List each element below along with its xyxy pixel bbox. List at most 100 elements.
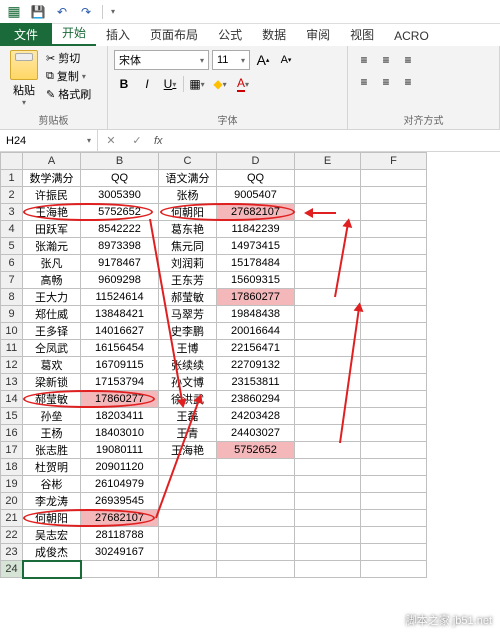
cell-C6[interactable]: 刘润莉: [159, 255, 217, 272]
cell-D1[interactable]: QQ: [217, 170, 295, 187]
cell-F8[interactable]: [361, 289, 427, 306]
cell-F14[interactable]: [361, 391, 427, 408]
cell-F6[interactable]: [361, 255, 427, 272]
cell-A21[interactable]: 何朝阳: [23, 510, 81, 527]
cell-C8[interactable]: 郝莹敏: [159, 289, 217, 306]
cell-D16[interactable]: 24403027: [217, 425, 295, 442]
cell-C5[interactable]: 焦元同: [159, 238, 217, 255]
cell-F9[interactable]: [361, 306, 427, 323]
cell-A24[interactable]: [23, 561, 81, 578]
undo-icon[interactable]: ↶: [54, 4, 70, 20]
cell-D12[interactable]: 22709132: [217, 357, 295, 374]
qat-customize-icon[interactable]: ▾: [111, 7, 115, 16]
cell-B20[interactable]: 26939545: [81, 493, 159, 510]
row-header-23[interactable]: 23: [1, 544, 23, 561]
row-header-24[interactable]: 24: [1, 561, 23, 578]
cell-A14[interactable]: 郝莹敏: [23, 391, 81, 408]
cell-D13[interactable]: 23153811: [217, 374, 295, 391]
cell-F18[interactable]: [361, 459, 427, 476]
cell-B6[interactable]: 9178467: [81, 255, 159, 272]
row-header-3[interactable]: 3: [1, 204, 23, 221]
cell-A11[interactable]: 仝凤武: [23, 340, 81, 357]
cell-E1[interactable]: [295, 170, 361, 187]
cell-F2[interactable]: [361, 187, 427, 204]
row-header-21[interactable]: 21: [1, 510, 23, 527]
row-header-20[interactable]: 20: [1, 493, 23, 510]
cell-B18[interactable]: 20901120: [81, 459, 159, 476]
cell-F4[interactable]: [361, 221, 427, 238]
cell-F15[interactable]: [361, 408, 427, 425]
copy-button[interactable]: ⧉复制 ▾: [46, 68, 91, 84]
row-header-2[interactable]: 2: [1, 187, 23, 204]
cell-D3[interactable]: 27682107: [217, 204, 295, 221]
row-header-1[interactable]: 1: [1, 170, 23, 187]
cell-A5[interactable]: 张瀚元: [23, 238, 81, 255]
align-center-button[interactable]: ≡: [376, 72, 396, 92]
confirm-formula-icon[interactable]: ✓: [128, 134, 146, 147]
cell-A4[interactable]: 田跃军: [23, 221, 81, 238]
row-header-11[interactable]: 11: [1, 340, 23, 357]
cell-F21[interactable]: [361, 510, 427, 527]
row-header-16[interactable]: 16: [1, 425, 23, 442]
cell-A13[interactable]: 梁新锁: [23, 374, 81, 391]
cell-B2[interactable]: 3005390: [81, 187, 159, 204]
cell-F12[interactable]: [361, 357, 427, 374]
cell-F23[interactable]: [361, 544, 427, 561]
cell-F7[interactable]: [361, 272, 427, 289]
format-brush-button[interactable]: ✎格式刷: [46, 86, 91, 102]
align-left-button[interactable]: ≡: [354, 72, 374, 92]
cell-B4[interactable]: 8542222: [81, 221, 159, 238]
cell-A22[interactable]: 吴志宏: [23, 527, 81, 544]
cell-F13[interactable]: [361, 374, 427, 391]
cell-E18[interactable]: [295, 459, 361, 476]
align-middle-button[interactable]: ≡: [376, 50, 396, 70]
row-header-12[interactable]: 12: [1, 357, 23, 374]
save-icon[interactable]: 💾: [30, 4, 46, 20]
cell-B5[interactable]: 8973398: [81, 238, 159, 255]
cell-A8[interactable]: 王大力: [23, 289, 81, 306]
spreadsheet[interactable]: ABCDEF1数学满分QQ语文满分QQ2许振民3005390张杨90054073…: [0, 152, 500, 578]
cell-E14[interactable]: [295, 391, 361, 408]
cell-A16[interactable]: 王杨: [23, 425, 81, 442]
column-header-F[interactable]: F: [361, 153, 427, 170]
cell-B1[interactable]: QQ: [81, 170, 159, 187]
cell-D15[interactable]: 24203428: [217, 408, 295, 425]
row-header-17[interactable]: 17: [1, 442, 23, 459]
tab-formula[interactable]: 公式: [208, 23, 252, 46]
cell-C1[interactable]: 语文满分: [159, 170, 217, 187]
cell-D10[interactable]: 20016644: [217, 323, 295, 340]
cell-E24[interactable]: [295, 561, 361, 578]
cell-C2[interactable]: 张杨: [159, 187, 217, 204]
align-right-button[interactable]: ≡: [398, 72, 418, 92]
cell-E20[interactable]: [295, 493, 361, 510]
font-name-select[interactable]: 宋体▾: [114, 50, 209, 70]
cell-D11[interactable]: 22156471: [217, 340, 295, 357]
cell-B22[interactable]: 28118788: [81, 527, 159, 544]
italic-button[interactable]: I: [137, 74, 157, 94]
cell-A15[interactable]: 孙垒: [23, 408, 81, 425]
cancel-formula-icon[interactable]: ✕: [102, 134, 120, 147]
row-header-4[interactable]: 4: [1, 221, 23, 238]
cell-B7[interactable]: 9609298: [81, 272, 159, 289]
cell-F16[interactable]: [361, 425, 427, 442]
row-header-9[interactable]: 9: [1, 306, 23, 323]
cell-F19[interactable]: [361, 476, 427, 493]
cell-F22[interactable]: [361, 527, 427, 544]
cell-D21[interactable]: [217, 510, 295, 527]
cell-D7[interactable]: 15609315: [217, 272, 295, 289]
fx-icon[interactable]: fx: [154, 135, 163, 147]
column-header-A[interactable]: A: [23, 153, 81, 170]
row-header-18[interactable]: 18: [1, 459, 23, 476]
cell-E22[interactable]: [295, 527, 361, 544]
tab-review[interactable]: 审阅: [296, 23, 340, 46]
cell-F20[interactable]: [361, 493, 427, 510]
cell-C20[interactable]: [159, 493, 217, 510]
cell-B14[interactable]: 17860277: [81, 391, 159, 408]
tab-page-layout[interactable]: 页面布局: [140, 23, 208, 46]
cell-B16[interactable]: 18403010: [81, 425, 159, 442]
cell-D2[interactable]: 9005407: [217, 187, 295, 204]
cell-A12[interactable]: 葛欢: [23, 357, 81, 374]
cell-D4[interactable]: 11842239: [217, 221, 295, 238]
cell-C7[interactable]: 王东芳: [159, 272, 217, 289]
row-header-6[interactable]: 6: [1, 255, 23, 272]
